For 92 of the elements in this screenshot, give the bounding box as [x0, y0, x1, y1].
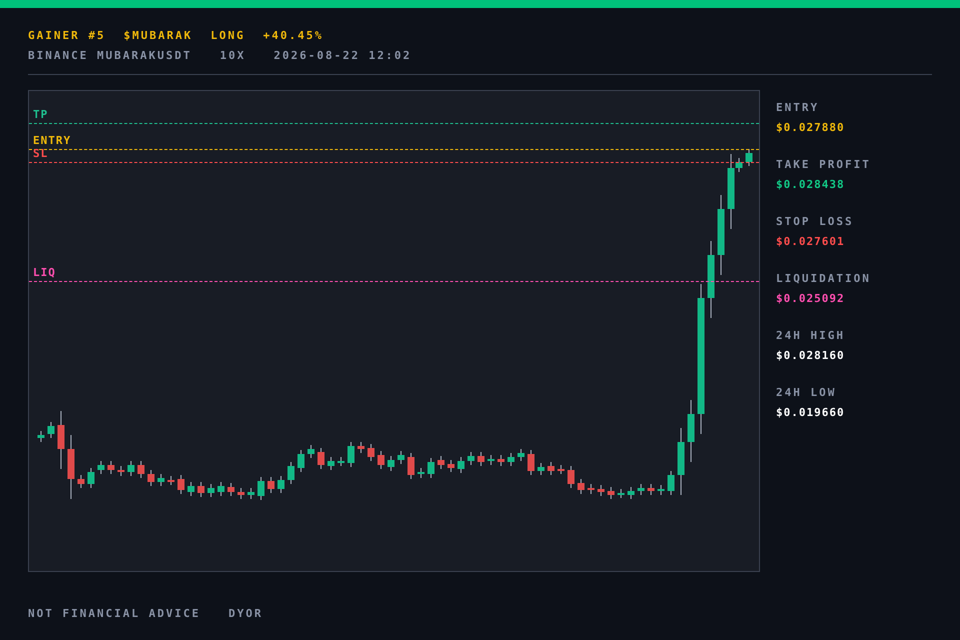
candlestick [746, 148, 752, 166]
candlestick [358, 442, 364, 454]
meta-text: 2026-08-22 12:02 [274, 48, 412, 64]
headline-text: +40.45% [263, 28, 324, 44]
stat-value: $0.028160 [776, 350, 846, 361]
level-label: LIQ [33, 267, 56, 278]
candlestick [48, 422, 54, 438]
candlestick [638, 484, 644, 496]
stat-value: $0.025092 [776, 293, 846, 304]
stat-value: $0.027880 [776, 122, 846, 133]
candlestick [338, 456, 344, 466]
level-label: ENTRY [33, 135, 72, 146]
candlestick [448, 460, 454, 472]
candlestick [38, 430, 44, 442]
candlestick [628, 486, 634, 500]
candlestick [258, 476, 264, 500]
candlestick [648, 484, 654, 496]
headline-text: LONG [210, 28, 246, 44]
candlestick [118, 466, 124, 476]
candlestick [208, 484, 214, 498]
candlestick [618, 488, 624, 498]
candlestick [598, 484, 604, 496]
candlestick [588, 484, 594, 494]
candlestick [288, 462, 294, 484]
candlestick [188, 482, 194, 496]
candlestick [608, 486, 614, 500]
candlestick [238, 488, 244, 500]
candlestick [278, 476, 284, 494]
candlestick [368, 444, 374, 462]
candlestick [168, 476, 174, 486]
candlestick [528, 450, 534, 476]
candlestick [58, 410, 64, 470]
candlestick [678, 428, 684, 496]
disclaimer-text: DYOR [228, 606, 263, 622]
meta-text: BINANCE MUBARAKUSDT [28, 48, 192, 64]
level-label: SL [33, 148, 48, 159]
candlestick [558, 464, 564, 474]
candlestick [408, 452, 414, 480]
candlestick [68, 434, 74, 500]
candlestick [438, 456, 444, 470]
stat-label: ENTRY [776, 102, 820, 113]
candlestick [98, 460, 104, 474]
candlestick [488, 454, 494, 466]
candlestick [128, 460, 134, 476]
candlestick [148, 470, 154, 486]
candlestick [508, 452, 514, 466]
candlestick [478, 452, 484, 466]
stat-value: $0.019660 [776, 407, 846, 418]
candlestick [378, 450, 384, 470]
candlestick [318, 448, 324, 470]
candlestick [388, 456, 394, 472]
level-label: TP [33, 109, 48, 120]
candlestick [398, 450, 404, 464]
headline-text: GAINER #5 [28, 28, 106, 44]
candlestick [458, 456, 464, 474]
candlestick [298, 450, 304, 472]
candlestick [88, 468, 94, 488]
candlestick [348, 442, 354, 468]
meta-text: 10X [220, 48, 246, 64]
candlestick [138, 460, 144, 478]
stat-label: 24H HIGH [776, 330, 846, 341]
candlestick [78, 474, 84, 488]
candlestick [248, 488, 254, 500]
candlestick [328, 456, 334, 470]
candlestick [198, 482, 204, 498]
candlestick [658, 484, 664, 496]
candlestick [308, 444, 314, 458]
candlestick [578, 478, 584, 494]
candlestick [428, 458, 434, 478]
candlestick [268, 476, 274, 494]
candlestick [688, 400, 694, 462]
stat-label: TAKE PROFIT [776, 159, 871, 170]
stat-label: LIQUIDATION [776, 273, 871, 284]
candlestick [548, 462, 554, 476]
stat-value: $0.028438 [776, 179, 846, 190]
stat-label: 24H LOW [776, 387, 838, 398]
candlestick [568, 466, 574, 488]
stat-label: STOP LOSS [776, 216, 855, 227]
candlestick [228, 482, 234, 496]
candlestick [518, 448, 524, 462]
candlestick [108, 460, 114, 474]
candlestick [178, 474, 184, 494]
candlestick [498, 454, 504, 466]
candlestick [468, 452, 474, 466]
candlestick [418, 468, 424, 478]
headline-text: $MUBARAK [124, 28, 193, 44]
disclaimer-text: NOT FINANCIAL ADVICE [28, 606, 200, 622]
candlestick [158, 474, 164, 486]
stat-value: $0.027601 [776, 236, 846, 247]
candlestick [218, 482, 224, 496]
candlestick [668, 470, 674, 496]
candlestick [538, 462, 544, 476]
